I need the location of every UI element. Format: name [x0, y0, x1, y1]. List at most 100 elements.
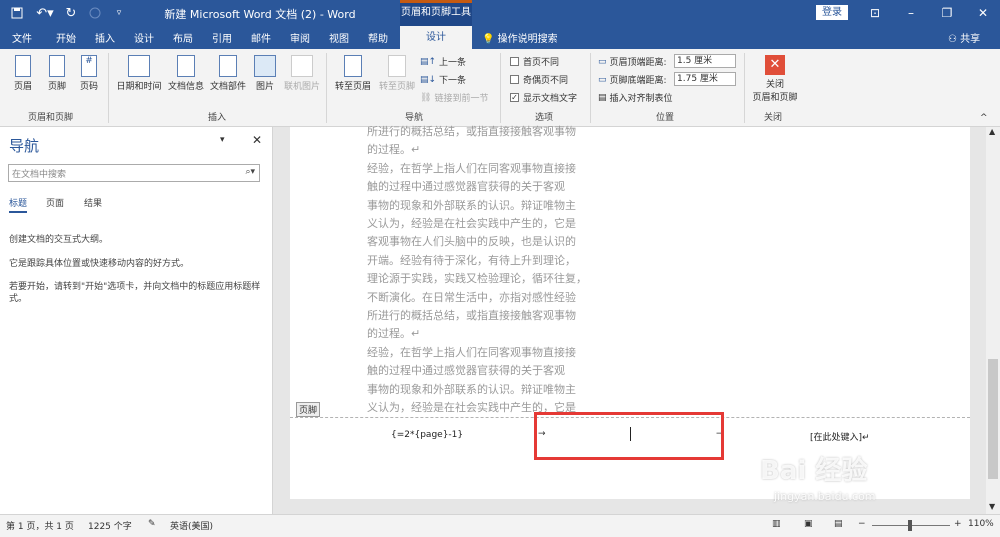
print-layout-icon[interactable]: ▣: [804, 519, 813, 529]
arrow-down-icon: ▤↓: [420, 74, 437, 85]
zoom-in-icon[interactable]: +: [954, 519, 962, 529]
previous-section-button[interactable]: ▤↑ 上一条: [420, 55, 467, 69]
nav-search-input[interactable]: 在文档中搜索 ⌕▾: [8, 164, 260, 182]
navigation-pane: 导航 ▾ ✕ 在文档中搜索 ⌕▾ 标题 页面 结果 创建文档的交互式大纲。 它是…: [0, 127, 273, 514]
doc-info-button[interactable]: 文档信息: [166, 55, 206, 92]
tab-mailings[interactable]: 邮件: [251, 30, 271, 45]
collapse-ribbon-icon[interactable]: ^: [980, 113, 988, 123]
goto-footer-button[interactable]: 转至页脚: [376, 55, 418, 92]
tab-review[interactable]: 审阅: [290, 30, 310, 45]
close-header-footer-button[interactable]: ✕ 关闭 页眉和页脚: [750, 55, 800, 103]
login-button[interactable]: 登录: [816, 5, 848, 20]
nav-tab-headings[interactable]: 标题: [9, 196, 28, 213]
page-number-label: 页码: [79, 82, 98, 92]
footer-placeholder[interactable]: [在此处键入]↵: [810, 430, 870, 443]
page-number-button[interactable]: # 页码: [76, 55, 102, 92]
read-mode-icon[interactable]: ▥: [772, 519, 781, 529]
doc-line: 事物的现象和外部联系的认识。辩证唯物主: [367, 198, 576, 212]
document-area: 所进行的概括总结，或指直接接触客观事物 的过程。↵ 经验，在哲学上指人们在同客观…: [274, 125, 986, 514]
tab-insert[interactable]: 插入: [95, 30, 115, 45]
zoom-level[interactable]: 110%: [968, 519, 994, 529]
baidu-watermark-url: jingyan.baidu.com: [774, 490, 876, 503]
title-bar: ↶▾ ↻ ▿ 新建 Microsoft Word 文档 (2) - Word 页…: [0, 0, 1000, 26]
ribbon-separator: [590, 53, 591, 123]
footer-bottom-distance-label: ▭ 页脚底端距离:: [598, 73, 667, 87]
scroll-down-icon[interactable]: ▼: [989, 502, 995, 511]
header-top-distance-input[interactable]: 1.5 厘米: [674, 54, 736, 68]
share-button[interactable]: ⚇ 共享: [948, 30, 980, 45]
goto-header-label: 转至页眉: [334, 82, 371, 92]
nav-close-icon[interactable]: ✕: [252, 133, 262, 147]
align-tab-icon: ▤: [598, 92, 607, 103]
goto-footer-icon: [388, 55, 406, 77]
zoom-out-icon[interactable]: −: [858, 519, 866, 529]
document-page[interactable]: 所进行的概括总结，或指直接接触客观事物 的过程。↵ 经验，在哲学上指人们在同客观…: [290, 125, 970, 499]
show-document-text-checkbox[interactable]: ✓ 显示文档文字: [510, 91, 577, 104]
word-count[interactable]: 1225 个字: [88, 519, 132, 532]
different-odd-even-checkbox[interactable]: 奇偶页不同: [510, 73, 568, 86]
vertical-scrollbar[interactable]: ▲ ▼: [986, 127, 1000, 514]
doc-line: 经验，在哲学上指人们在同客观事物直接接: [367, 161, 576, 175]
search-icon[interactable]: ⌕▾: [245, 167, 255, 177]
ribbon-separator: [500, 53, 501, 123]
tab-layout[interactable]: 布局: [173, 30, 193, 45]
ribbon-display-icon[interactable]: ⊡: [858, 0, 892, 26]
doc-info-icon: [177, 55, 195, 77]
header-button[interactable]: 页眉: [10, 55, 36, 92]
doc-parts-button[interactable]: 文档部件: [208, 55, 248, 92]
different-first-page-checkbox[interactable]: 首页不同: [510, 55, 559, 68]
doc-line: 义认为，经验是在社会实践中产生的，它是: [367, 217, 576, 231]
doc-line: 经验，在哲学上指人们在同客观事物直接接: [367, 345, 576, 359]
prev-label: 上一条: [439, 58, 467, 68]
scroll-up-icon[interactable]: ▲: [989, 127, 995, 136]
footer-page-field[interactable]: {=2*{page}-1}: [391, 430, 463, 440]
doc-line: 触的过程中通过感觉器官获得的关于客观: [367, 364, 565, 378]
next-section-button[interactable]: ▤↓ 下一条: [420, 73, 466, 87]
language[interactable]: 英语(美国): [170, 519, 213, 532]
doc-line: 的过程。↵: [367, 143, 421, 157]
link-icon: ⛓: [420, 92, 432, 103]
doc-parts-icon: [219, 55, 237, 77]
checkbox-unchecked: [510, 57, 519, 66]
tab-references[interactable]: 引用: [212, 30, 232, 45]
close-window-icon[interactable]: ✕: [966, 0, 1000, 26]
scrollbar-thumb[interactable]: [988, 359, 998, 479]
close-label-1: 关闭: [765, 80, 784, 90]
footer-button[interactable]: 页脚: [44, 55, 70, 92]
link-to-previous-button[interactable]: ⛓ 链接到前一节: [420, 91, 489, 105]
page-count[interactable]: 第 1 页，共 1 页: [6, 519, 74, 532]
nav-tab-pages[interactable]: 页面: [46, 196, 64, 209]
online-picture-button[interactable]: 联机图片: [282, 55, 322, 92]
tell-me-search[interactable]: 💡 操作说明搜索: [482, 30, 558, 45]
picture-button[interactable]: 图片: [252, 55, 278, 92]
minimize-icon[interactable]: –: [894, 0, 928, 26]
nav-options-icon[interactable]: ▾: [220, 135, 225, 145]
restore-icon[interactable]: ❐: [930, 0, 964, 26]
doc-line: 开端。经验有待于深化，有待上升到理论，: [367, 253, 576, 267]
tab-view[interactable]: 视图: [329, 30, 349, 45]
footer-distance-icon: ▭: [598, 74, 607, 85]
nav-help-text-2: 它是跟踪具体位置或快速移动内容的好方式。: [9, 259, 190, 269]
web-layout-icon[interactable]: ▤: [834, 519, 843, 529]
link-prev-label: 链接到前一节: [434, 94, 489, 104]
footer-bottom-distance-input[interactable]: 1.75 厘米: [674, 72, 736, 86]
checkbox-checked: ✓: [510, 93, 519, 102]
zoom-slider-thumb[interactable]: [908, 520, 912, 531]
tab-hf-design[interactable]: 设计: [400, 26, 472, 49]
date-time-button[interactable]: 日期和时间: [114, 55, 164, 92]
goto-header-button[interactable]: 转至页眉: [332, 55, 374, 92]
tab-file[interactable]: 文件: [12, 30, 32, 45]
doc-parts-label: 文档部件: [209, 82, 246, 92]
tab-help[interactable]: 帮助: [368, 30, 388, 45]
proofing-icon[interactable]: ✎: [148, 519, 156, 529]
footer-section-tag: 页脚: [296, 402, 321, 417]
footer-label: 页脚: [47, 82, 66, 92]
insert-alignment-tab-button[interactable]: ▤ 插入对齐制表位: [598, 91, 673, 105]
close-label-2: 页眉和页脚: [752, 93, 798, 103]
nav-tab-results[interactable]: 结果: [84, 196, 102, 209]
context-tab-title: 页眉和页脚工具: [400, 0, 472, 26]
date-time-label: 日期和时间: [116, 82, 162, 92]
tab-design[interactable]: 设计: [134, 30, 154, 45]
goto-header-icon: [344, 55, 362, 77]
tab-home[interactable]: 开始: [56, 30, 76, 45]
